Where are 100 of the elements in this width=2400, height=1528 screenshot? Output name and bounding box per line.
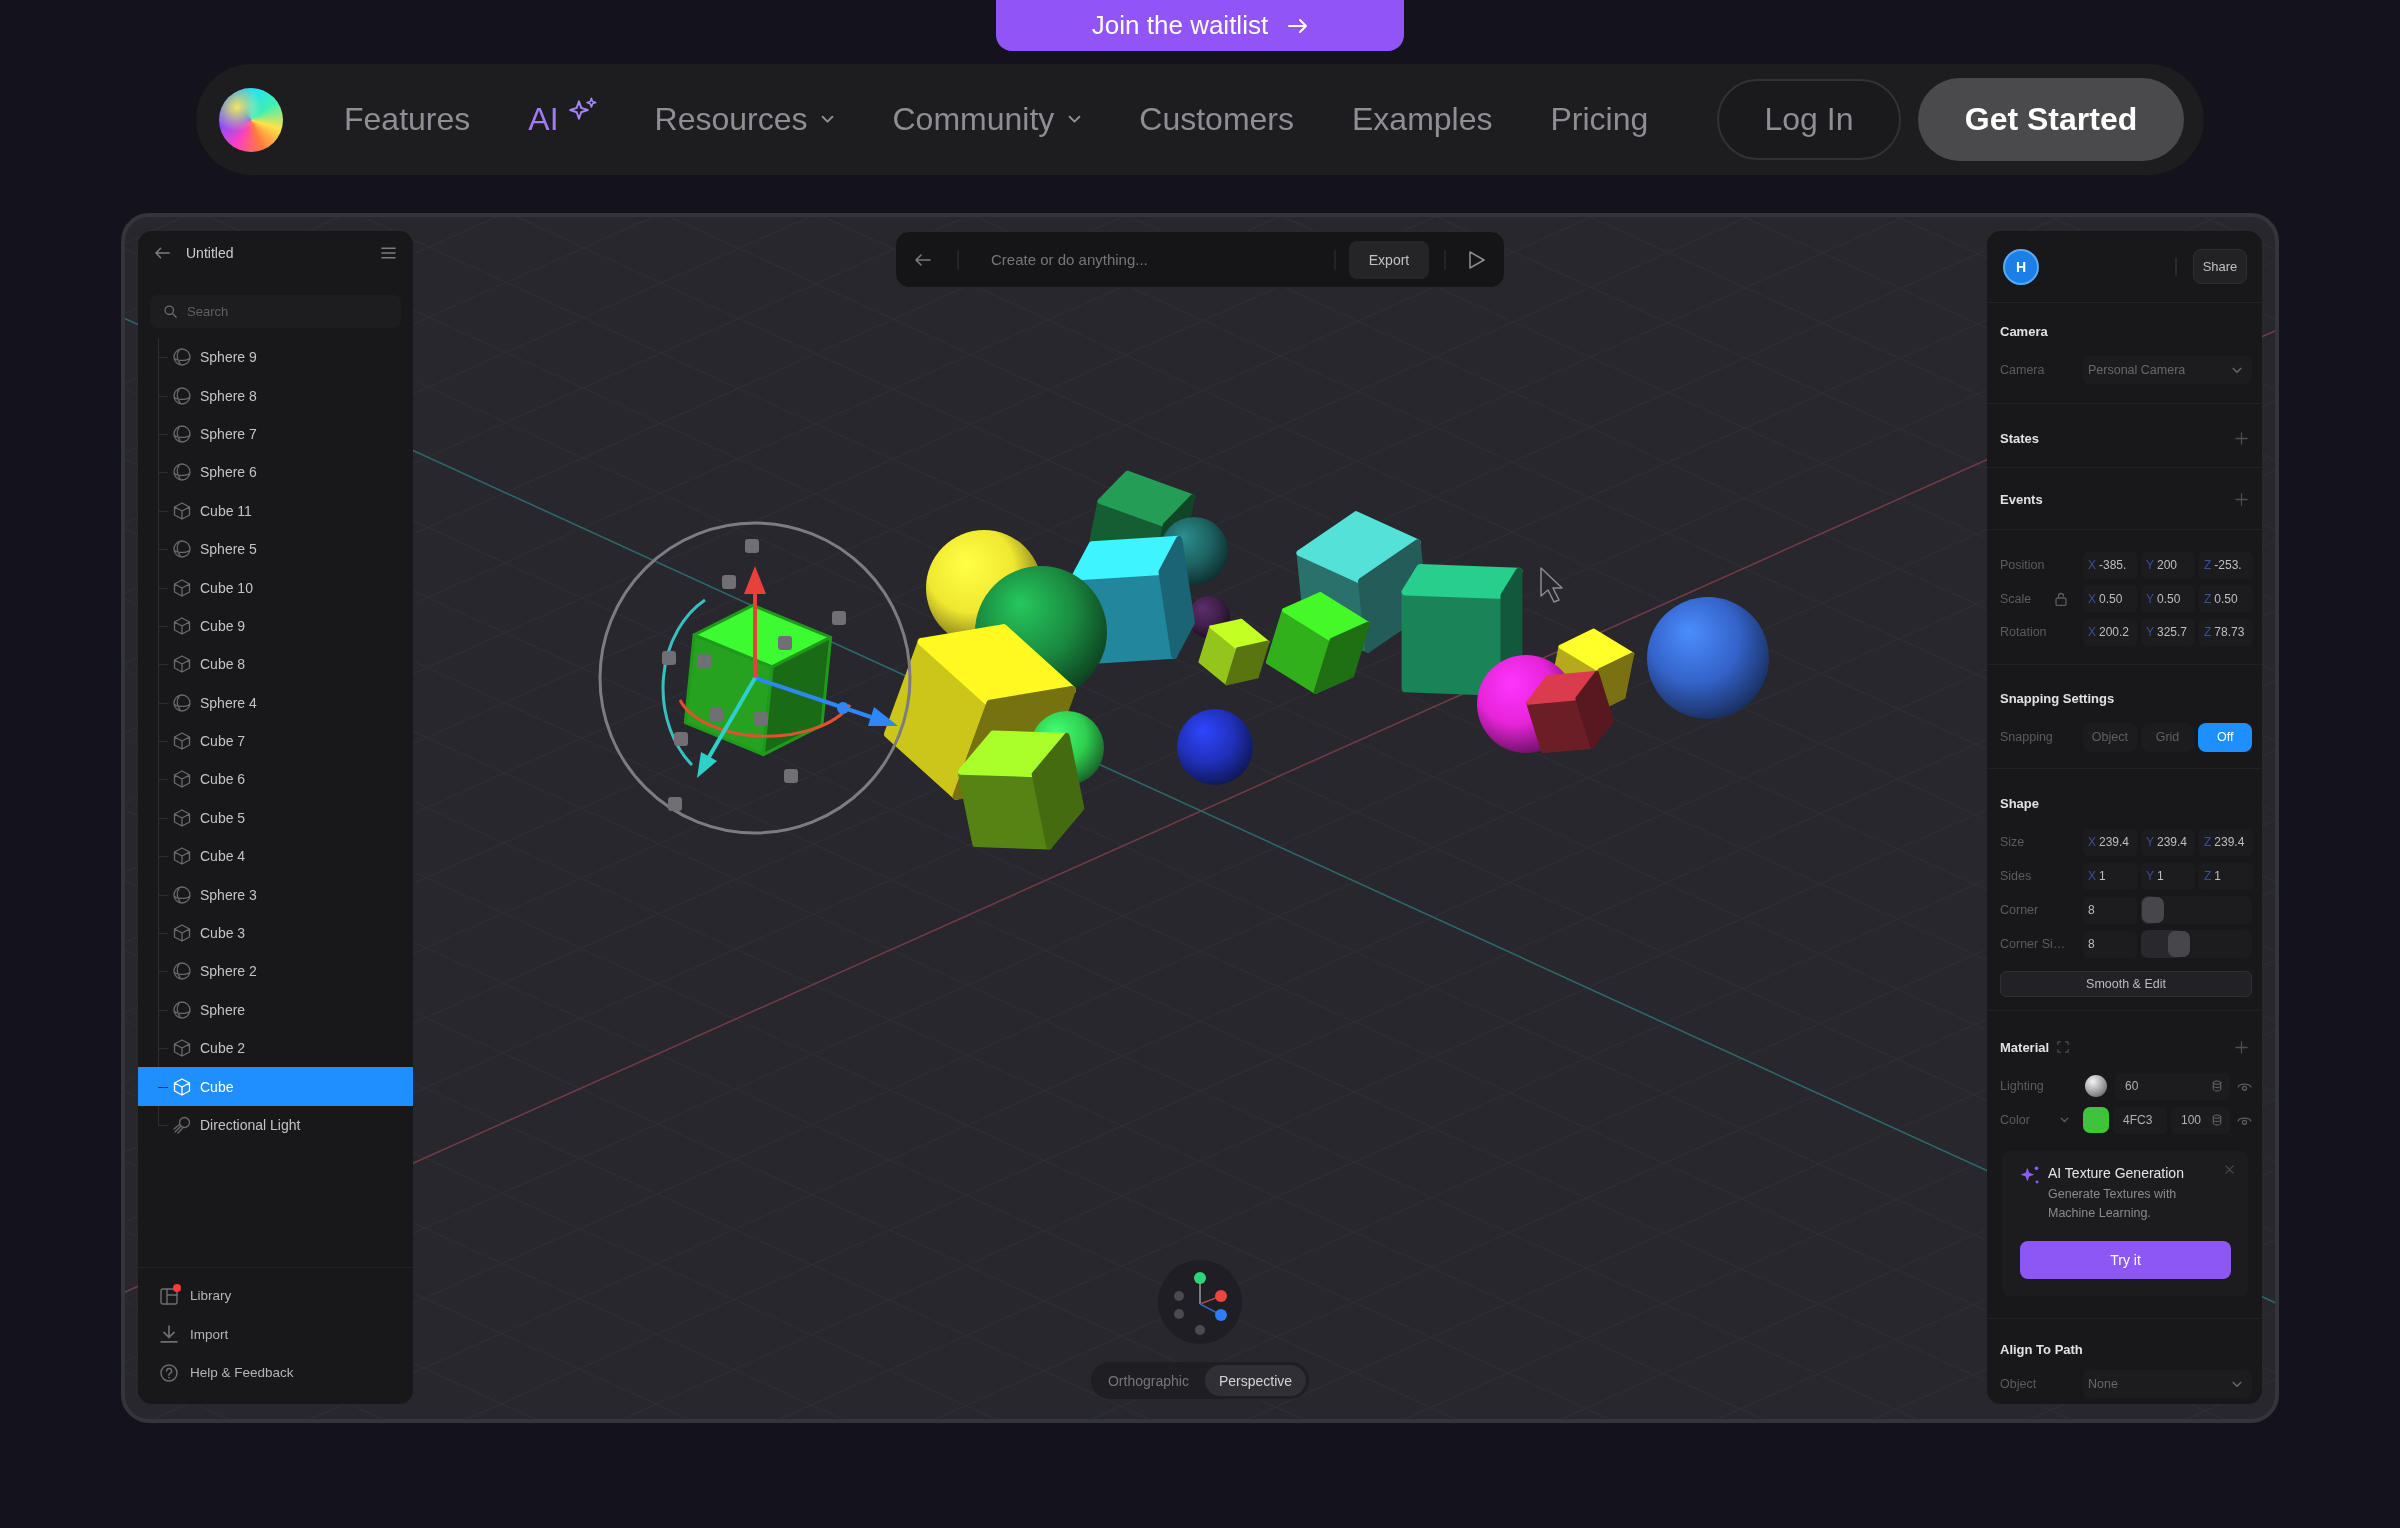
get-started-button[interactable]: Get Started xyxy=(1918,78,2184,161)
frame-corners-icon[interactable] xyxy=(2057,1041,2070,1053)
view-mode-tab[interactable]: Orthographic xyxy=(1093,1365,1203,1396)
number-field[interactable]: 60 xyxy=(2115,1072,2230,1100)
cube-icon xyxy=(173,808,191,827)
play-icon[interactable] xyxy=(1468,249,1486,270)
layer-item[interactable]: Cube 10 xyxy=(138,568,413,607)
section-title: Snapping Settings xyxy=(2000,690,2115,706)
layer-item[interactable]: Directional Light xyxy=(138,1105,413,1145)
layer-item[interactable]: Cube 2 xyxy=(138,1029,413,1068)
layer-item[interactable]: Sphere 7 xyxy=(138,414,413,454)
smooth-edit-button[interactable]: Smooth & Edit xyxy=(2000,971,2252,997)
share-button[interactable]: Share xyxy=(2193,249,2247,284)
transform-gizmo-drawing[interactable] xyxy=(598,521,912,835)
nav-link[interactable]: Features xyxy=(344,101,471,138)
number-field[interactable]: 100 xyxy=(2171,1106,2230,1134)
card-title: AI Texture Generation xyxy=(2048,1165,2185,1181)
nav-link[interactable]: AI xyxy=(528,97,597,142)
field-label: Size xyxy=(2000,835,2025,849)
section-title: Align To Path xyxy=(2000,1341,2083,1357)
layer-item[interactable]: Sphere xyxy=(138,990,413,1030)
layer-item[interactable]: Cube 7 xyxy=(138,721,413,761)
prompt-input[interactable]: Create or do anything... xyxy=(991,251,1324,268)
layer-item[interactable]: Cube 8 xyxy=(138,645,413,684)
view-mode-tab[interactable]: Perspective xyxy=(1204,1365,1307,1396)
nav-link[interactable]: Resources xyxy=(654,101,835,138)
sphere-icon xyxy=(173,348,191,367)
nav-link[interactable]: Pricing xyxy=(1550,101,1649,138)
axis-gizmo-icon[interactable] xyxy=(1158,1260,1242,1344)
nav-link[interactable]: Customers xyxy=(1139,101,1294,138)
slider-track[interactable] xyxy=(2141,930,2252,958)
sphere-swatch-icon[interactable] xyxy=(2085,1075,2107,1097)
axis-label: Z xyxy=(2204,835,2212,849)
slider-thumb[interactable] xyxy=(2167,931,2190,957)
chevron-down-icon xyxy=(1068,115,1082,124)
layer-item[interactable]: Sphere 9 xyxy=(138,338,413,377)
sidebar-link[interactable]: Library xyxy=(138,1276,413,1315)
section-title: Material xyxy=(2000,1039,2050,1055)
layer-item[interactable]: Sphere 4 xyxy=(138,683,413,722)
layer-item[interactable]: Cube 9 xyxy=(138,606,413,646)
number-field[interactable]: Y 200 xyxy=(2141,551,2195,579)
number-field[interactable]: Y 325.7 xyxy=(2141,618,2195,646)
plus-icon[interactable] xyxy=(2235,492,2248,506)
sphere-icon xyxy=(173,885,191,904)
search-field[interactable]: Search xyxy=(150,295,401,328)
export-button[interactable]: Export xyxy=(1349,240,1429,279)
number-field[interactable]: Z 239.4 xyxy=(2199,828,2253,856)
number-field[interactable]: X -385. xyxy=(2083,551,2137,579)
number-field[interactable]: X 239.4 xyxy=(2083,828,2137,856)
sidebar-link[interactable]: Import xyxy=(138,1315,413,1354)
field-label: Scale xyxy=(2000,591,2032,606)
number-field[interactable]: Y 1 xyxy=(2141,862,2195,890)
cube-icon xyxy=(173,501,191,520)
layer-item[interactable]: Cube 5 xyxy=(138,798,413,838)
menu-icon[interactable] xyxy=(381,247,396,259)
layer-item[interactable]: Sphere 6 xyxy=(138,453,413,492)
section-title: Camera xyxy=(2000,323,2048,339)
layer-item[interactable]: Sphere 2 xyxy=(138,952,413,991)
number-field[interactable]: 8 xyxy=(2083,930,2137,958)
number-field[interactable]: Z -253. xyxy=(2199,551,2253,579)
axis-label: X xyxy=(2088,591,2096,606)
number-field[interactable]: Y 239.4 xyxy=(2141,828,2195,856)
nav-link[interactable]: Community xyxy=(892,101,1082,138)
layer-item[interactable]: Cube 3 xyxy=(138,913,413,953)
chevron-down-icon[interactable] xyxy=(2060,1117,2069,1123)
plus-icon[interactable] xyxy=(2235,1040,2248,1054)
login-button[interactable]: Log In xyxy=(1717,79,1901,160)
plus-icon[interactable] xyxy=(2235,431,2248,445)
axis-label: Y xyxy=(2146,558,2154,572)
layer-item[interactable]: Sphere 5 xyxy=(138,529,413,569)
layer-item[interactable]: Cube 11 xyxy=(138,491,413,530)
close-icon[interactable] xyxy=(2225,1165,2234,1174)
try-it-button[interactable]: Try it xyxy=(2020,1241,2231,1279)
lock-icon[interactable] xyxy=(2055,591,2067,606)
field-label: Camera xyxy=(2000,363,2045,377)
sphere-icon xyxy=(173,1000,191,1019)
number-field[interactable]: Z 1 xyxy=(2199,862,2253,890)
nav-link[interactable]: Examples xyxy=(1352,101,1493,138)
number-field[interactable]: X 1 xyxy=(2083,862,2137,890)
hex-field[interactable]: 4FC3 xyxy=(2113,1106,2167,1134)
layer-item[interactable]: Sphere 8 xyxy=(138,376,413,415)
layer-item[interactable]: Sphere 3 xyxy=(138,875,413,914)
back-arrow-icon[interactable] xyxy=(155,247,170,259)
color-swatch-icon[interactable] xyxy=(2083,1107,2109,1133)
back-arrow-icon[interactable] xyxy=(915,253,931,266)
waitlist-button[interactable]: Join the waitlist xyxy=(996,0,1404,51)
number-field[interactable]: X 0.50 xyxy=(2083,585,2137,612)
number-field[interactable]: X 200.2 xyxy=(2083,618,2137,646)
slider-track[interactable] xyxy=(2141,896,2252,924)
library-icon xyxy=(160,1286,178,1305)
number-field[interactable]: 8 xyxy=(2083,896,2137,924)
sidebar-link[interactable]: Help & Feedback xyxy=(138,1353,413,1392)
number-field[interactable]: Z 0.50 xyxy=(2199,585,2253,612)
slider-thumb[interactable] xyxy=(2142,897,2164,923)
number-field[interactable]: Y 0.50 xyxy=(2141,585,2195,612)
layer-item[interactable]: Cube 6 xyxy=(138,760,413,799)
user-avatar[interactable]: H xyxy=(2003,248,2039,285)
document-title: Untitled xyxy=(186,245,234,261)
number-field[interactable]: Z 78.73 xyxy=(2199,618,2253,646)
layer-item[interactable]: Cube 4 xyxy=(138,837,413,876)
